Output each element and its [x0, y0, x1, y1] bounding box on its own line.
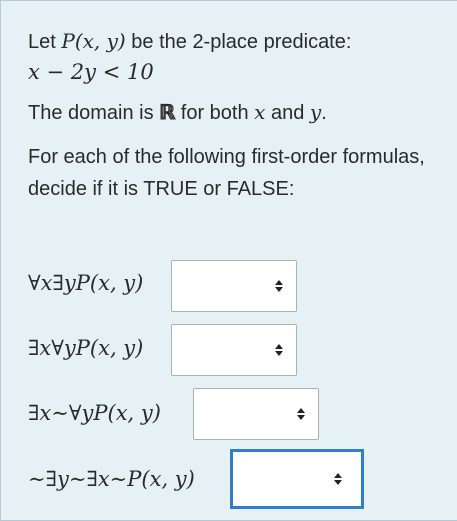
answer-select-1[interactable] — [171, 260, 297, 312]
formula-1: ∀x∃yP(x, y) — [28, 271, 144, 295]
domain-var-x: x — [254, 100, 266, 124]
select-arrows-icon — [275, 280, 283, 292]
formula-3: ∃x∼∀yP(x, y) — [28, 401, 161, 425]
domain-suffix: . — [321, 102, 327, 124]
intro-text: Let P(x, y) be the 2-place predicate: x … — [28, 26, 448, 87]
predicate-formula: x − 2y < 10 — [28, 60, 154, 84]
intro-suffix: be the 2-place predicate: — [125, 31, 352, 53]
answer-select-2[interactable] — [171, 324, 297, 376]
formula-2: ∃x∀yP(x, y) — [28, 336, 144, 360]
question-panel: Let P(x, y) be the 2-place predicate: x … — [0, 0, 457, 521]
select-arrows-icon — [297, 408, 305, 420]
answer-select-4[interactable] — [230, 449, 364, 509]
predicate-name: P(x, y) — [61, 29, 126, 53]
domain-text: The domain is ℝ for both x and y. — [28, 97, 327, 128]
domain-and: and — [265, 102, 310, 124]
domain-prefix: The domain is — [28, 102, 160, 124]
intro-prefix: Let — [28, 31, 62, 53]
real-numbers-symbol: ℝ — [159, 99, 176, 124]
domain-var-y: y — [309, 100, 322, 124]
formula-4: ∼∃y∼∃x∼P(x, y) — [28, 467, 195, 491]
select-arrows-icon — [334, 473, 342, 485]
select-arrows-icon — [275, 344, 283, 356]
domain-middle: for both — [175, 102, 255, 124]
instructions-text: For each of the following first-order fo… — [28, 146, 425, 200]
answer-select-3[interactable] — [193, 388, 319, 440]
